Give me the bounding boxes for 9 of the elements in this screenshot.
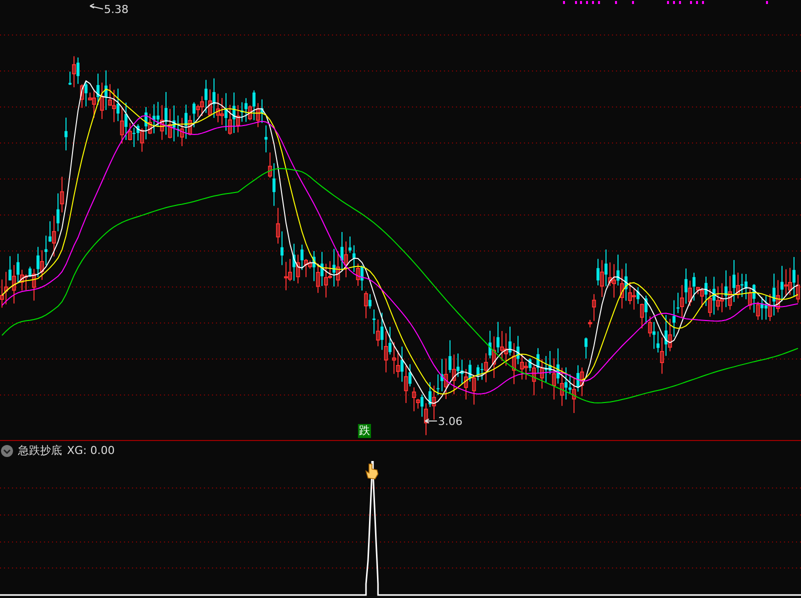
collapse-icon[interactable] <box>1 444 13 456</box>
indicator-name: 急跌抄底 <box>18 443 62 458</box>
low-price-label: 3.06 <box>438 415 462 428</box>
indicator-reading: XG: 0.00 <box>67 444 115 457</box>
hand-cursor-icon <box>365 464 378 480</box>
high-price-label: 5.38 <box>104 3 128 16</box>
low-arrow-icon <box>424 418 438 424</box>
high-arrow-icon <box>90 4 104 10</box>
signal-label: 跌 <box>358 424 371 438</box>
